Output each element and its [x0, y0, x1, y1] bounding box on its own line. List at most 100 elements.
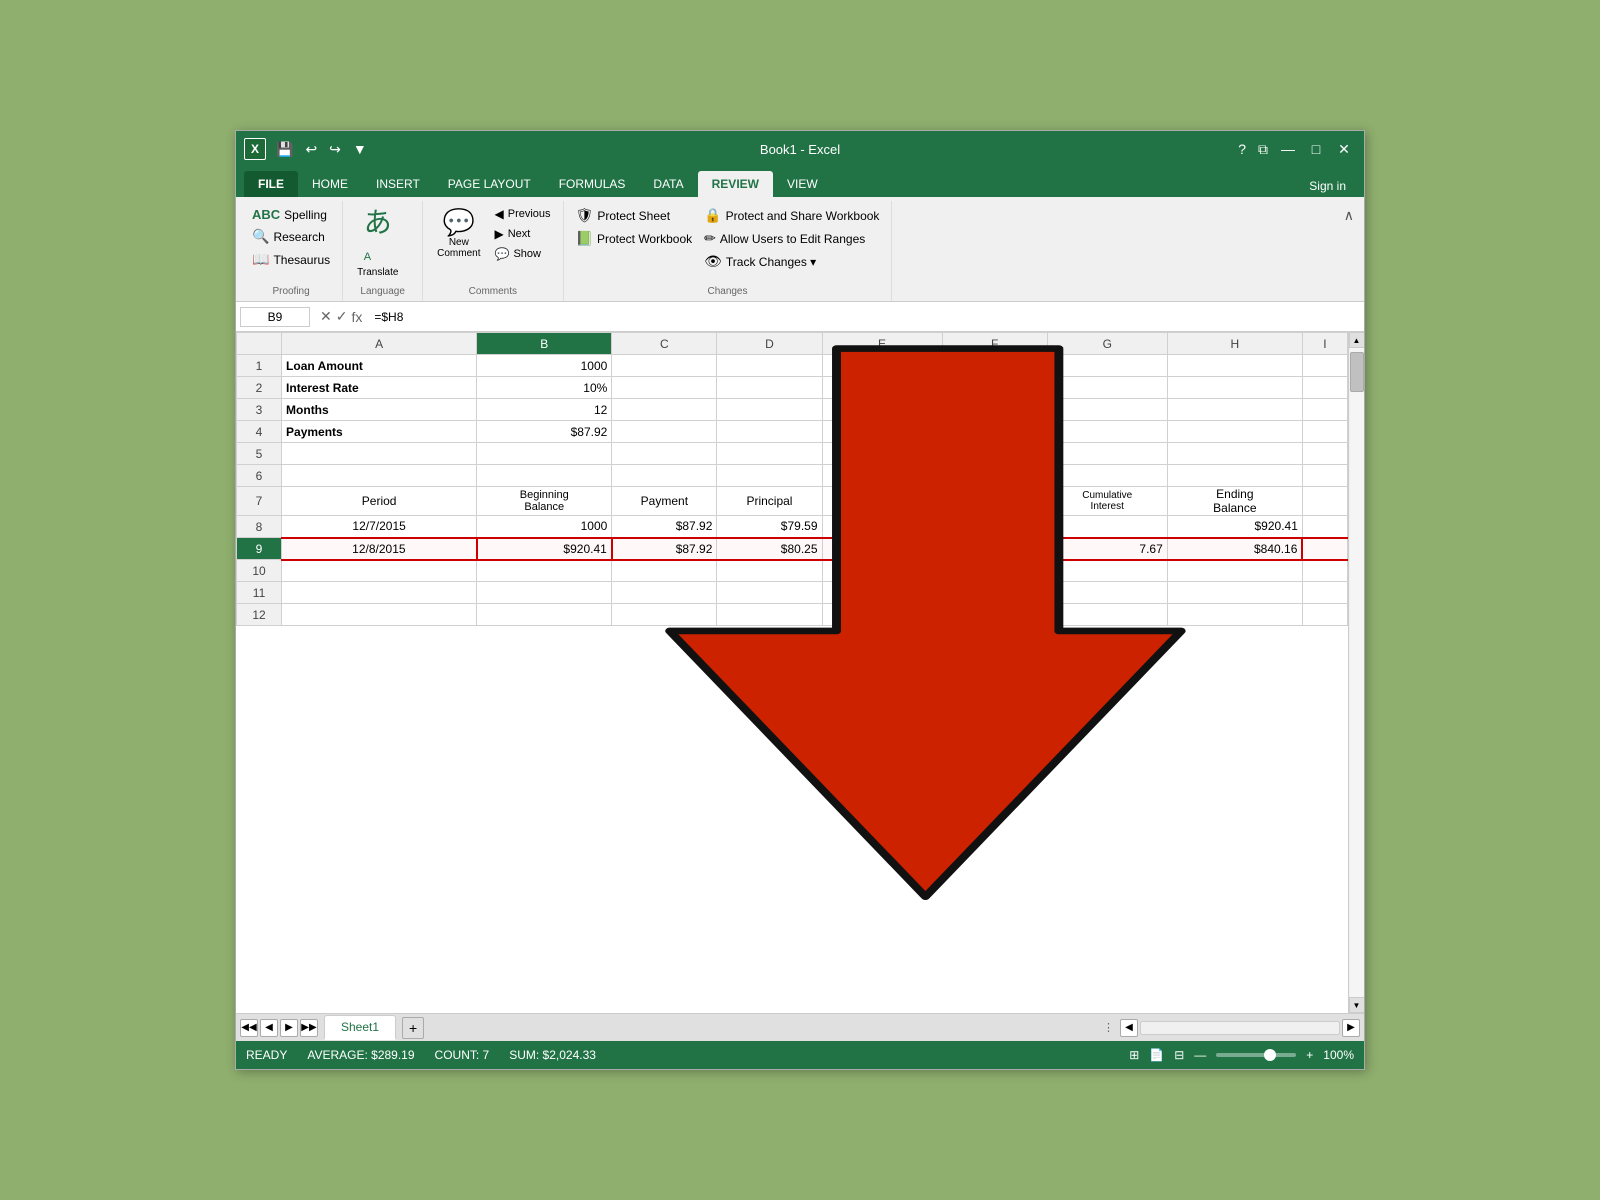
cell-h5[interactable] — [1167, 443, 1302, 465]
cell-i7[interactable] — [1302, 487, 1347, 516]
cell-e3[interactable] — [822, 399, 942, 421]
cell-g5[interactable] — [1047, 443, 1167, 465]
save-quick-btn[interactable]: 💾 — [272, 139, 297, 160]
cell-f5[interactable] — [942, 443, 1047, 465]
cell-g2[interactable] — [1047, 377, 1167, 399]
cell-h12[interactable] — [1167, 604, 1302, 626]
view-layout-btn[interactable]: 📄 — [1149, 1048, 1164, 1062]
cell-c8[interactable]: $87.92 — [612, 516, 717, 538]
cell-h4[interactable] — [1167, 421, 1302, 443]
cell-h10[interactable] — [1167, 560, 1302, 582]
row-header-9[interactable]: 9 — [237, 538, 282, 560]
redo-quick-btn[interactable]: ↪ — [325, 139, 345, 160]
spelling-btn[interactable]: ABC Spelling — [248, 205, 334, 224]
confirm-formula-icon[interactable]: ✓ — [336, 308, 348, 325]
formula-input[interactable] — [368, 308, 1360, 326]
cell-c5[interactable] — [612, 443, 717, 465]
horizontal-scrollbar[interactable] — [1140, 1021, 1340, 1035]
row-header-7[interactable]: 7 — [237, 487, 282, 516]
cell-a9[interactable]: 12/8/2015 — [282, 538, 477, 560]
row-header-6[interactable]: 6 — [237, 465, 282, 487]
scroll-down-btn[interactable]: ▼ — [1349, 997, 1365, 1013]
col-header-d[interactable]: D — [717, 333, 822, 355]
sheet-nav-next[interactable]: ▶ — [280, 1019, 298, 1037]
cell-b11[interactable] — [477, 582, 612, 604]
cell-e12[interactable] — [822, 604, 942, 626]
cell-b12[interactable] — [477, 604, 612, 626]
cell-c12[interactable] — [612, 604, 717, 626]
cell-e10[interactable] — [822, 560, 942, 582]
cell-i12[interactable] — [1302, 604, 1347, 626]
cell-d11[interactable] — [717, 582, 822, 604]
row-header-1[interactable]: 1 — [237, 355, 282, 377]
cell-i5[interactable] — [1302, 443, 1347, 465]
scroll-track[interactable] — [1350, 348, 1364, 997]
cell-c6[interactable] — [612, 465, 717, 487]
ribbon-collapse[interactable]: ∧ — [1338, 201, 1360, 301]
track-changes-btn[interactable]: 👁 Track Changes ▾ — [700, 251, 883, 272]
cell-g3[interactable] — [1047, 399, 1167, 421]
cell-b7[interactable]: BeginningBalance — [477, 487, 612, 516]
cell-g6[interactable] — [1047, 465, 1167, 487]
cell-a6[interactable] — [282, 465, 477, 487]
cell-b6[interactable] — [477, 465, 612, 487]
cell-b1[interactable]: 1000 — [477, 355, 612, 377]
cell-d4[interactable] — [717, 421, 822, 443]
cell-a4[interactable]: Payments — [282, 421, 477, 443]
col-header-a[interactable]: A — [282, 333, 477, 355]
row-header-5[interactable]: 5 — [237, 443, 282, 465]
cell-f9[interactable]: $80.25 — [942, 538, 1047, 560]
cell-h2[interactable] — [1167, 377, 1302, 399]
cell-b2[interactable]: 10% — [477, 377, 612, 399]
cell-c3[interactable] — [612, 399, 717, 421]
cell-e11[interactable] — [822, 582, 942, 604]
cell-d12[interactable] — [717, 604, 822, 626]
cell-c11[interactable] — [612, 582, 717, 604]
cell-f12[interactable] — [942, 604, 1047, 626]
row-header-12[interactable]: 12 — [237, 604, 282, 626]
cancel-formula-icon[interactable]: ✕ — [320, 308, 332, 325]
scroll-thumb[interactable] — [1350, 352, 1364, 392]
cell-a2[interactable]: Interest Rate — [282, 377, 477, 399]
sheet-nav-last[interactable]: ▶▶ — [300, 1019, 318, 1037]
cell-i2[interactable] — [1302, 377, 1347, 399]
row-header-11[interactable]: 11 — [237, 582, 282, 604]
cell-h9[interactable]: $840.16 — [1167, 538, 1302, 560]
sign-in-button[interactable]: Sign in — [1299, 175, 1356, 197]
sheet-nav-first[interactable]: ◀◀ — [240, 1019, 258, 1037]
sheet-tab-sheet1[interactable]: Sheet1 — [324, 1015, 396, 1040]
cell-g10[interactable] — [1047, 560, 1167, 582]
col-header-b[interactable]: B — [477, 333, 612, 355]
cell-f1[interactable] — [942, 355, 1047, 377]
row-header-10[interactable]: 10 — [237, 560, 282, 582]
cell-e8[interactable]: 8.33 — [822, 516, 942, 538]
research-btn[interactable]: 🔍 Research — [248, 226, 334, 247]
vertical-scrollbar[interactable]: ▲ ▼ — [1348, 332, 1364, 1013]
new-comment-btn[interactable]: 💬 NewComment — [431, 205, 486, 263]
cell-i9[interactable] — [1302, 538, 1347, 560]
cell-g8[interactable] — [1047, 516, 1167, 538]
cell-a3[interactable]: Months — [282, 399, 477, 421]
cell-i3[interactable] — [1302, 399, 1347, 421]
cell-b3[interactable]: 12 — [477, 399, 612, 421]
scroll-up-btn[interactable]: ▲ — [1349, 332, 1365, 348]
cell-a7[interactable]: Period — [282, 487, 477, 516]
help-btn[interactable]: ? — [1234, 139, 1250, 159]
cell-f2[interactable] — [942, 377, 1047, 399]
row-header-8[interactable]: 8 — [237, 516, 282, 538]
cell-a5[interactable] — [282, 443, 477, 465]
protect-workbook-btn[interactable]: 📗 Protect Workbook — [572, 228, 697, 249]
zoom-minus-btn[interactable]: — — [1194, 1048, 1206, 1062]
show-comments-btn[interactable]: 💬 Show — [491, 245, 555, 263]
cell-f7[interactable]: CumulativePrincipal — [942, 487, 1047, 516]
zoom-plus-btn[interactable]: + — [1306, 1048, 1313, 1062]
cell-d9[interactable]: $80.25 — [717, 538, 822, 560]
cell-i10[interactable] — [1302, 560, 1347, 582]
cell-h3[interactable] — [1167, 399, 1302, 421]
cell-b9[interactable]: $920.41 — [477, 538, 612, 560]
close-btn[interactable]: ✕ — [1332, 137, 1356, 161]
cell-i1[interactable] — [1302, 355, 1347, 377]
cell-g4[interactable] — [1047, 421, 1167, 443]
hscroll-left[interactable]: ◀ — [1120, 1019, 1138, 1037]
sheet-nav-prev[interactable]: ◀ — [260, 1019, 278, 1037]
